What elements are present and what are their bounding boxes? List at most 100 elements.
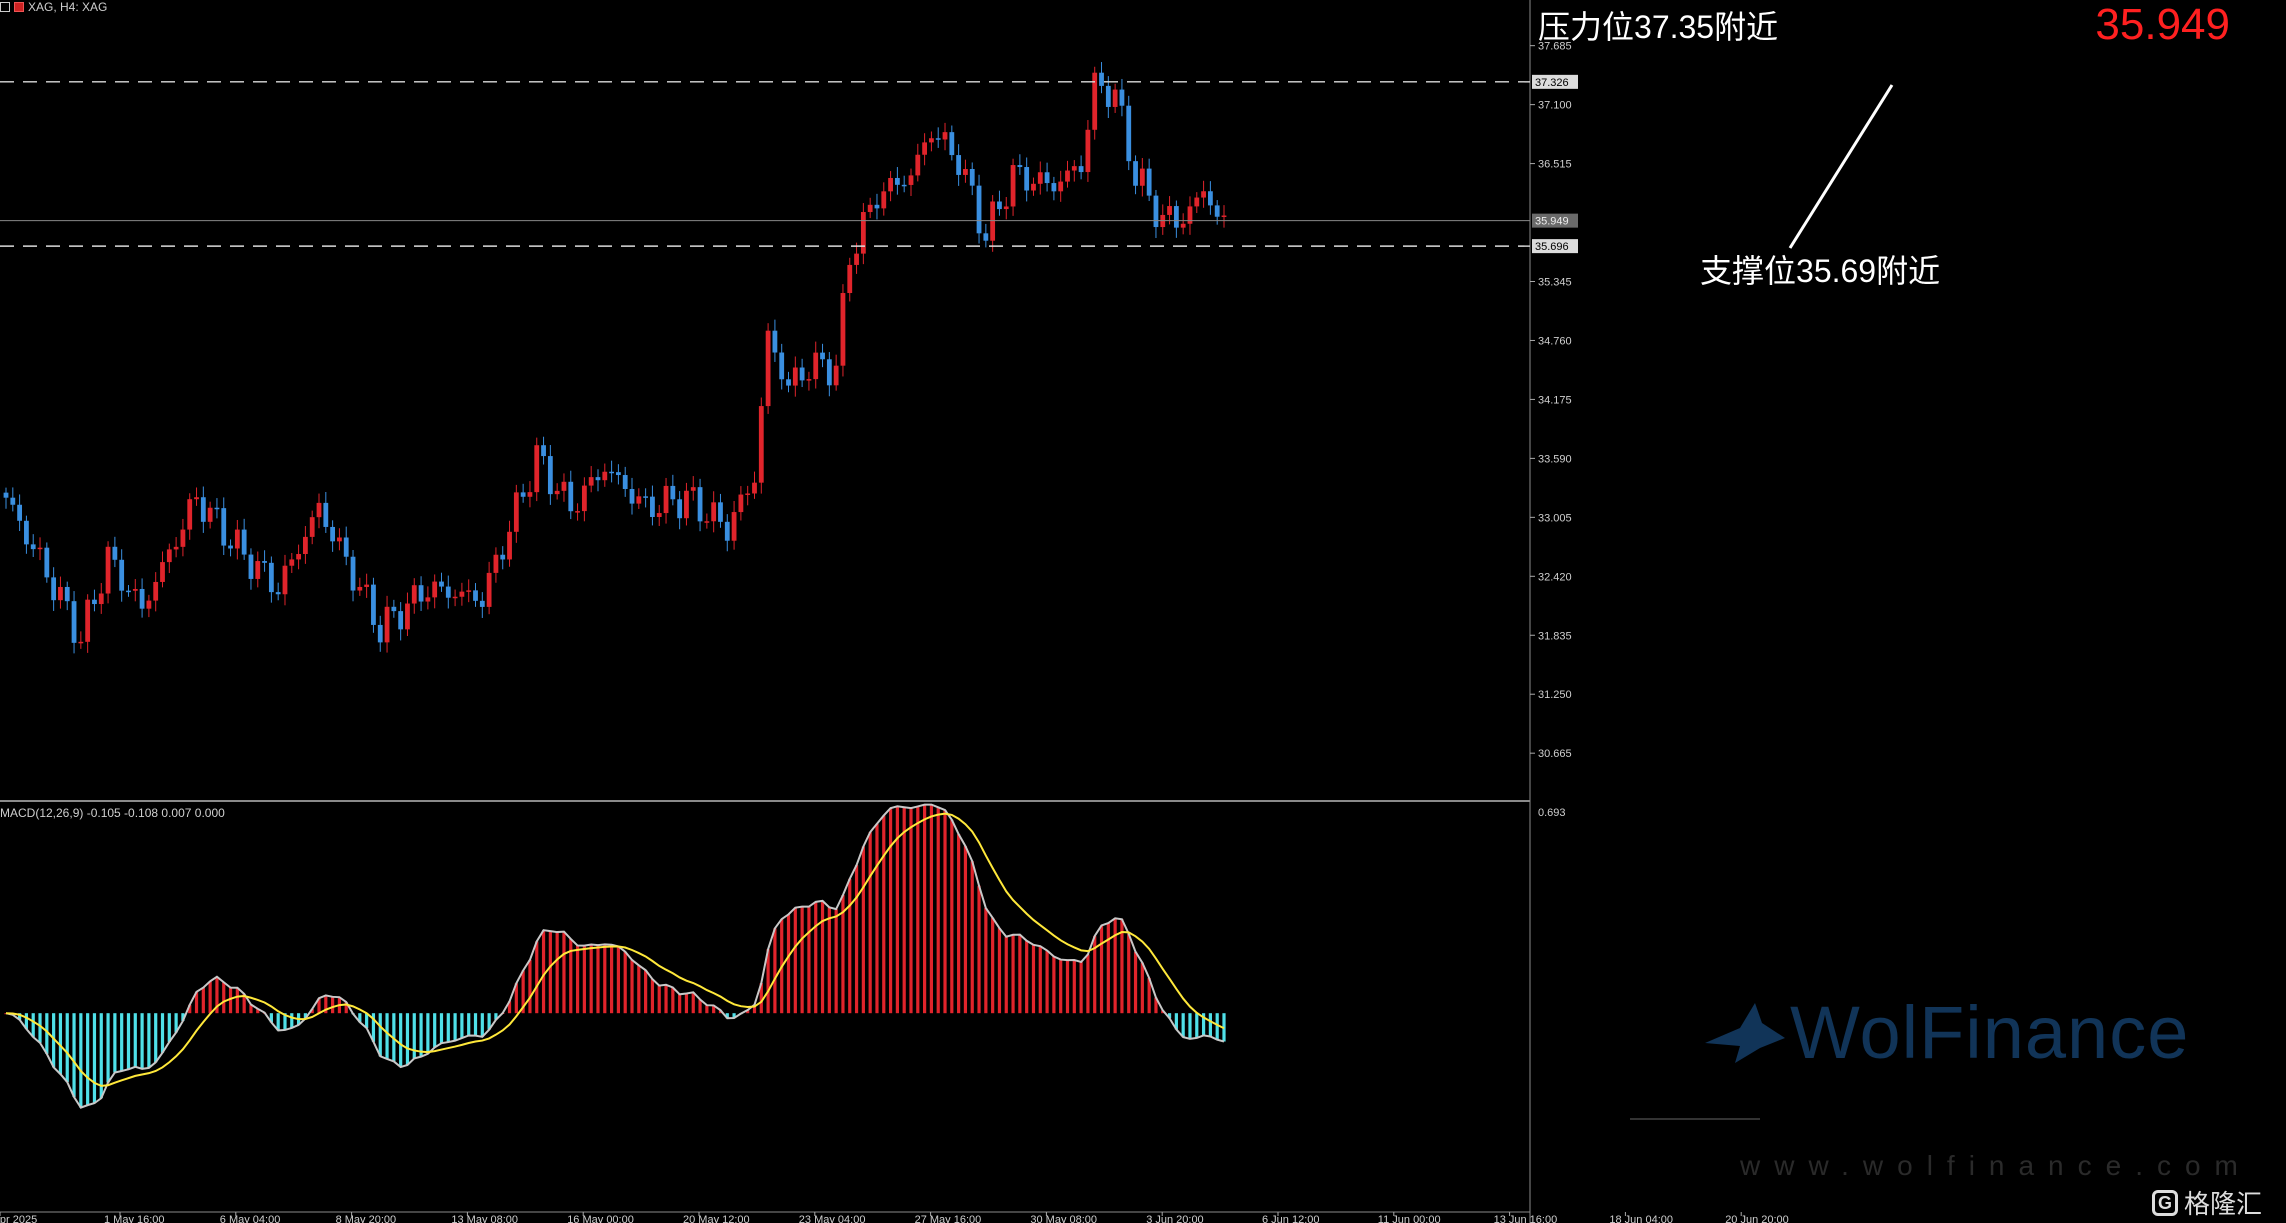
candle [323,502,329,527]
candle [718,502,723,522]
x-tick-label: 27 May 16:00 [915,1214,982,1223]
candle [507,531,512,560]
candle [772,330,778,353]
candle [166,549,172,563]
candle [262,561,267,563]
macd-histogram-bar [650,979,655,1014]
macd-histogram-bar [963,846,968,1014]
macd-histogram-bar [106,1013,110,1083]
candle [1214,205,1220,217]
candle [997,201,1002,210]
candle [792,367,798,386]
candle [724,521,730,541]
macd-histogram-bar [800,906,804,1014]
macd-histogram-bar [1133,951,1138,1014]
candle [64,586,70,602]
candle [922,142,928,155]
candle [826,359,832,386]
candle [405,603,410,630]
candle [425,597,431,602]
macd-histogram-bar [991,917,995,1014]
candle [1173,206,1179,228]
y-tick-label: 30.665 [1538,748,1572,760]
macd-histogram-bar [1025,940,1029,1014]
candle [200,497,206,522]
watermark-text: WolFinance [1790,991,2190,1074]
candle [411,585,417,604]
candle [786,379,791,386]
candle [1207,191,1213,206]
macd-histogram-bar [1059,959,1063,1014]
candle [241,529,247,555]
macd-histogram-bar [644,970,648,1014]
candle [173,546,179,550]
candle [112,546,118,560]
y-tick-label: 31.250 [1538,689,1572,701]
candle [337,537,342,542]
macd-histogram-bar [92,1013,97,1104]
resistance-value: 37.35 [1634,9,1715,45]
candle [85,599,91,642]
projection-trendline[interactable] [1788,84,1894,249]
candle [609,471,614,474]
candle [275,592,281,595]
candle [10,497,16,505]
x-tick-label: 3 Jun 20:00 [1146,1214,1204,1223]
macd-histogram-bar [331,996,335,1014]
candle [1201,191,1206,198]
candle [207,507,213,522]
candle [704,521,710,523]
candle [949,132,955,156]
macd-histogram-bar [678,994,682,1014]
candle [663,485,669,514]
candle [595,477,601,481]
macd-histogram-bar [446,1013,450,1043]
macd-histogram-bar [848,878,852,1014]
macd-histogram-bar [290,1013,294,1028]
candle [643,496,649,498]
macd-histogram-bar [671,987,675,1014]
macd-histogram-bar [957,834,961,1014]
macd-histogram-bar [1195,1013,1199,1038]
candle [867,204,873,213]
macd-histogram-bar [562,931,566,1014]
candle [813,352,819,380]
macd-histogram-bar [997,928,1002,1014]
candle [650,496,655,518]
candle [684,490,689,519]
candle [690,487,696,491]
y-tick-label: 33.005 [1538,512,1572,524]
candle [139,588,145,609]
candle [636,496,642,504]
macd-histogram-bar [684,993,689,1014]
x-tick-label: 13 Jun 16:00 [1494,1214,1558,1223]
macd-histogram-bar [854,865,859,1014]
macd-histogram-bar [773,928,777,1014]
candle [194,497,199,500]
candle [289,559,295,566]
macd-histogram-bar [1038,946,1042,1014]
x-tick-label: 9 Apr 2025 [0,1214,37,1223]
macd-histogram-bar [1011,934,1015,1014]
candle [398,611,404,630]
candle [1003,206,1009,210]
wolf-icon [1705,1002,1785,1063]
candle [738,494,744,513]
candle [268,562,274,593]
candle [479,600,485,607]
candle [439,581,444,587]
candle [1221,215,1227,218]
macd-histogram-bar [1181,1013,1185,1038]
candle [418,585,424,602]
candle [547,456,553,495]
candle [343,537,349,557]
macd-histogram-bar [555,932,559,1014]
candle [1180,223,1186,228]
candle [554,490,560,495]
candle [153,581,159,601]
macd-top-tick: 0.693 [1538,807,1566,819]
candle [187,499,193,530]
macd-histogram-bar [616,946,621,1014]
candle [234,529,240,549]
window-icon[interactable] [0,2,10,12]
